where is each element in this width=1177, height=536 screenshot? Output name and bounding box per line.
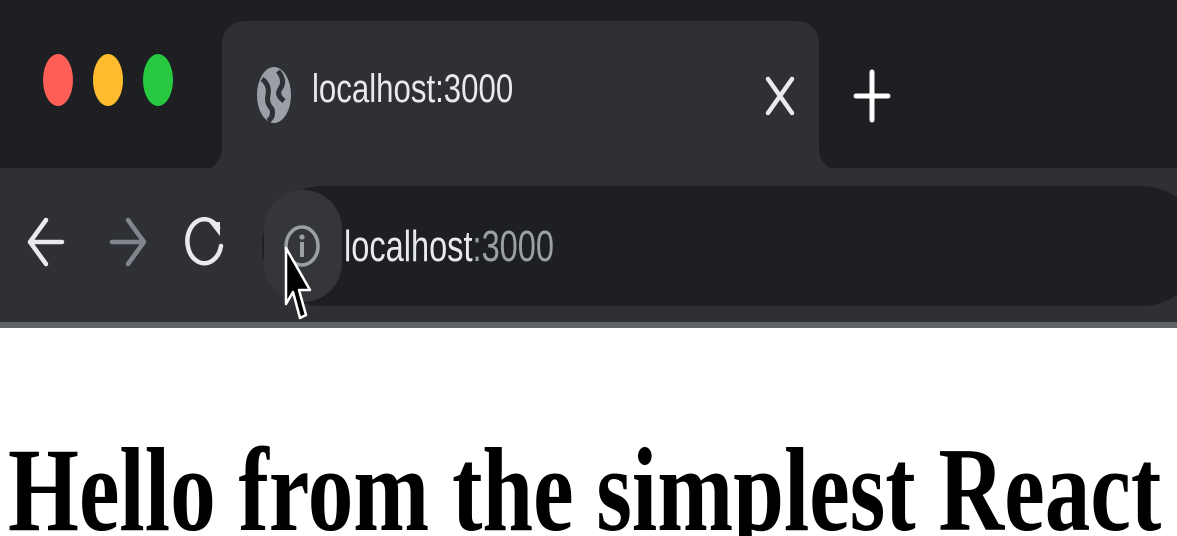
active-tab[interactable]: localhost:3000	[222, 21, 819, 171]
page-content: Hello from the simplest React SSR	[0, 328, 1177, 536]
window-maximize-button[interactable]	[143, 54, 173, 106]
forward-button[interactable]	[104, 212, 152, 272]
back-button[interactable]	[22, 212, 70, 272]
reload-button[interactable]	[182, 212, 230, 272]
window-close-button[interactable]	[43, 54, 73, 106]
address-bar[interactable]: localhost:3000	[262, 186, 1177, 306]
url-host: localhost	[344, 222, 473, 271]
tab-strip: localhost:3000	[0, 0, 1177, 171]
url-text: localhost:3000	[344, 222, 554, 272]
mouse-cursor-icon	[284, 246, 312, 320]
close-tab-icon[interactable]	[760, 73, 800, 119]
browser-window: localhost:3000 localhost:3000 Hello from…	[0, 0, 1177, 536]
page-heading: Hello from the simplest React SSR	[8, 423, 1177, 536]
tab-title: localhost:3000	[312, 67, 514, 111]
url-port: :3000	[472, 222, 554, 271]
new-tab-button[interactable]	[852, 68, 892, 124]
toolbar: localhost:3000	[0, 168, 1177, 324]
globe-icon	[257, 67, 291, 124]
window-minimize-button[interactable]	[93, 54, 123, 106]
